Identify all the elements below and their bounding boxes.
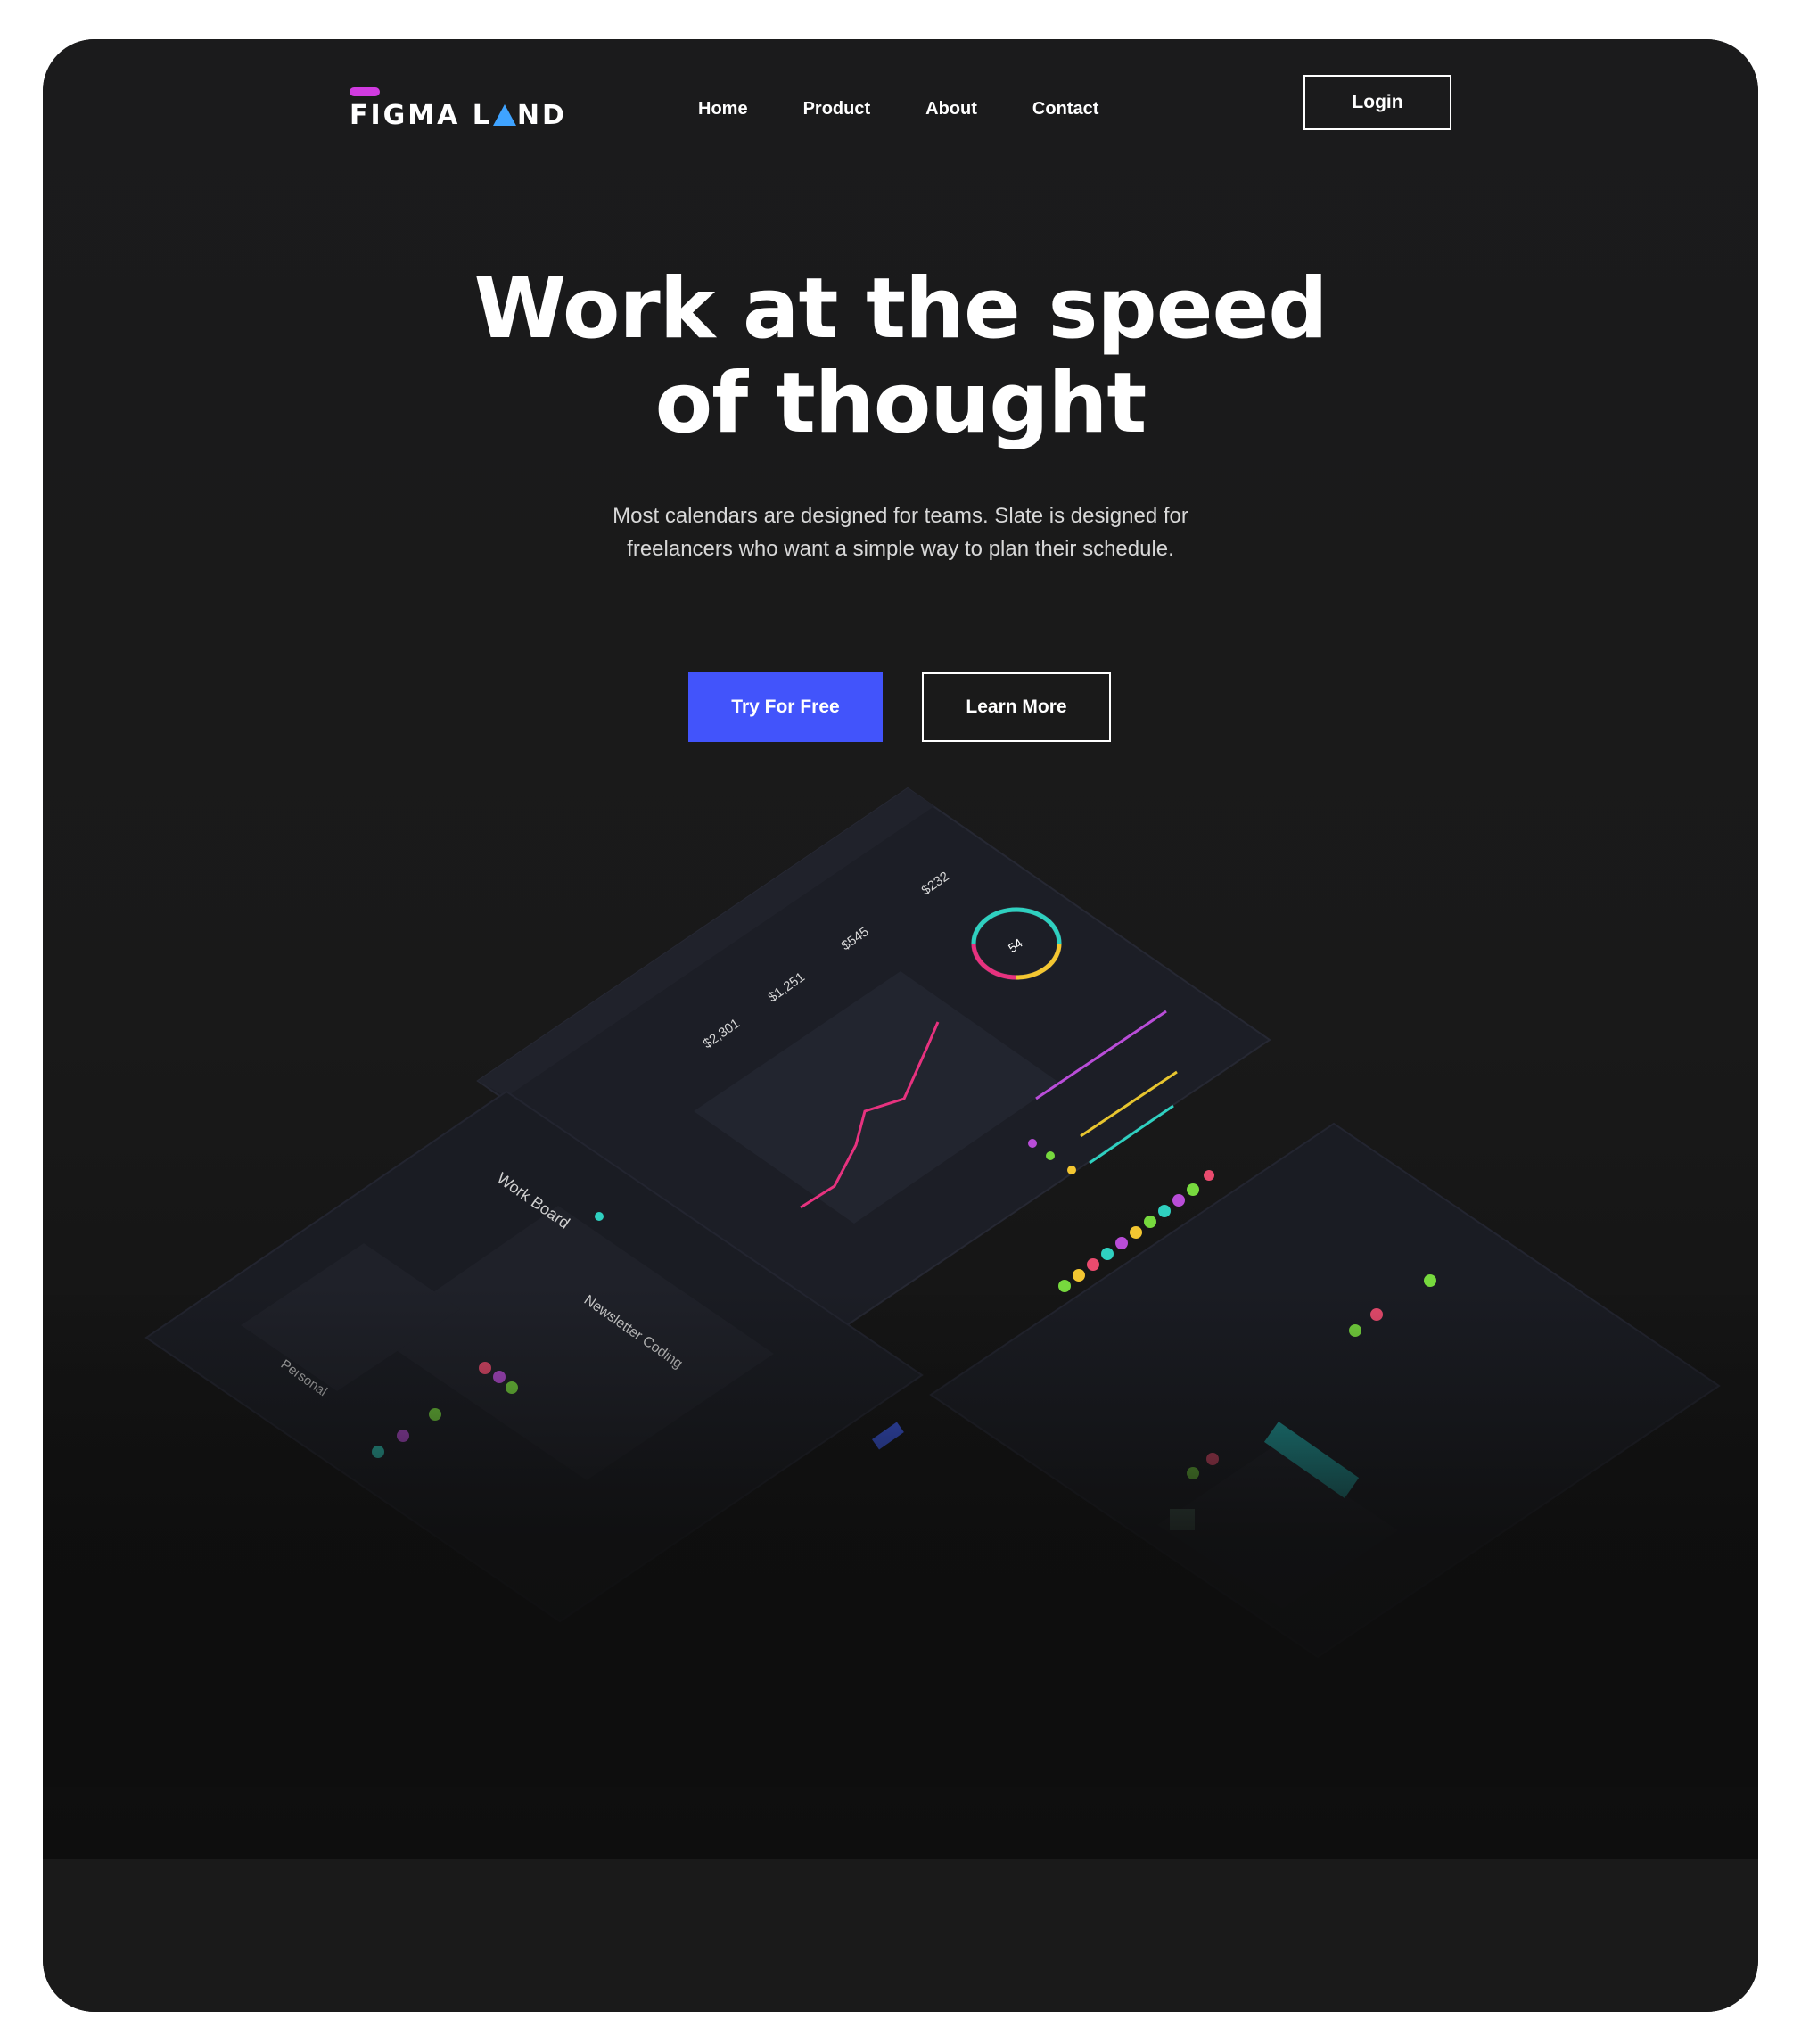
headline-line-2: of thought <box>654 355 1147 452</box>
logo-text: FIGMA L ND <box>350 100 567 131</box>
nav-contact[interactable]: Contact <box>1032 91 1098 127</box>
logo-text-part2: ND <box>516 100 567 131</box>
main-nav: Home Product About Contact <box>698 91 1098 127</box>
logo-accent-bar <box>350 87 380 96</box>
subtext-line-2: freelancers who want a simple way to pla… <box>627 537 1174 561</box>
bottom-section <box>43 1859 1758 2012</box>
nav-about[interactable]: About <box>925 91 977 127</box>
headline-line-1: Work at the speed <box>473 260 1328 358</box>
nav-home[interactable]: Home <box>698 91 748 127</box>
logo[interactable]: FIGMA L ND <box>350 87 564 132</box>
logo-text-part1: FIGMA L <box>350 100 492 131</box>
hero-subtext: Most calendars are designed for teams. S… <box>544 499 1257 565</box>
nav-product[interactable]: Product <box>803 91 871 127</box>
subtext-line-1: Most calendars are designed for teams. S… <box>613 504 1188 528</box>
page-card: FIGMA L ND Home Product About Contact Log… <box>43 39 1758 2012</box>
schedule-panel <box>929 1122 1721 1659</box>
try-for-free-button[interactable]: Try For Free <box>688 672 883 742</box>
learn-more-button[interactable]: Learn More <box>922 672 1111 742</box>
page-headline: Work at the speed of thought <box>43 262 1758 451</box>
app-mockup-illustration: 54 $2,301 $1,251 $545 $232 Work Board Ne… <box>144 787 1721 1659</box>
login-button[interactable]: Login <box>1303 75 1451 130</box>
logo-triangle-icon <box>492 104 516 126</box>
